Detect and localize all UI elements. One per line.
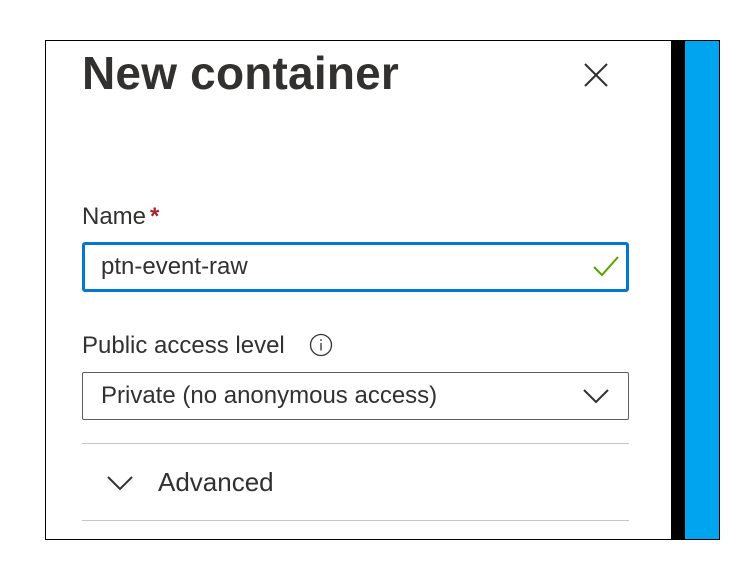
background-page-strip	[685, 41, 719, 539]
dialog-frame: New container Name* Public access level	[45, 40, 720, 540]
new-container-panel: New container Name* Public access level	[46, 41, 671, 539]
name-input[interactable]	[85, 245, 585, 289]
required-marker: *	[150, 203, 160, 230]
public-access-label: Public access level	[82, 331, 333, 361]
name-field[interactable]	[82, 242, 629, 292]
advanced-section-toggle[interactable]: Advanced	[82, 444, 629, 520]
panel-title: New container	[82, 47, 400, 99]
chevron-down-icon	[107, 476, 133, 491]
close-icon	[584, 63, 608, 87]
public-access-selected-value: Private (no anonymous access)	[101, 382, 438, 409]
advanced-label: Advanced	[158, 467, 274, 497]
divider	[82, 520, 629, 521]
name-label-text: Name	[82, 203, 147, 230]
checkmark-icon	[593, 256, 619, 277]
panel-edge-strip	[671, 41, 685, 539]
name-label: Name *	[82, 202, 159, 232]
info-icon[interactable]	[309, 333, 333, 357]
chevron-down-icon	[583, 389, 609, 404]
public-access-label-text: Public access level	[82, 332, 285, 359]
close-button[interactable]	[579, 58, 613, 92]
public-access-dropdown[interactable]: Private (no anonymous access)	[82, 372, 629, 420]
